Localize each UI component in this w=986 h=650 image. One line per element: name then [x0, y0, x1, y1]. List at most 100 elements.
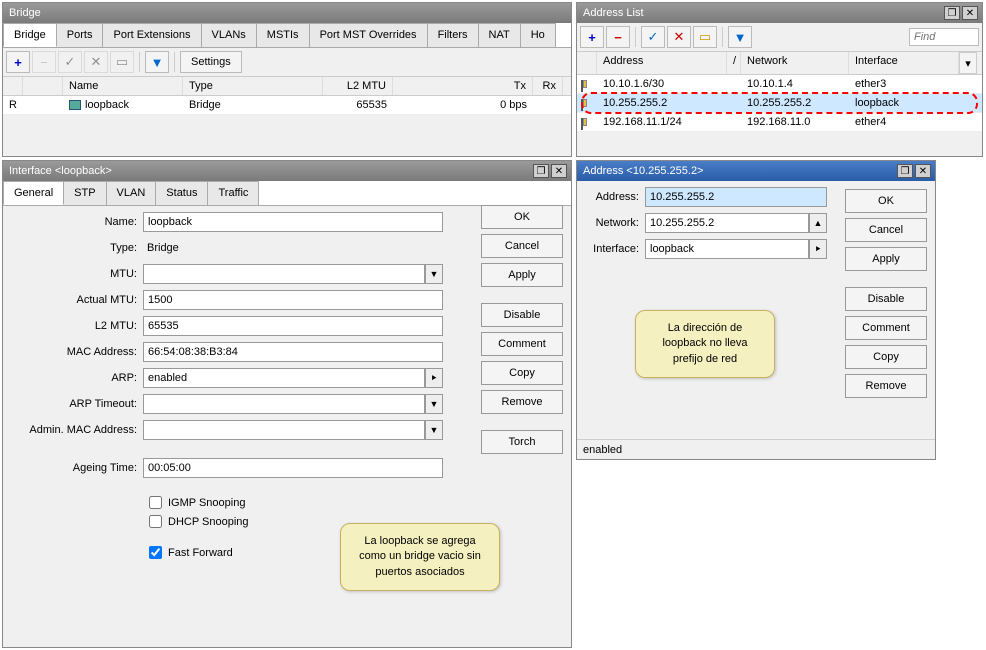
amac-dropdown[interactable]: ▼	[425, 420, 443, 440]
table-row[interactable]: 192.168.11.1/24 192.168.11.0 ether4	[577, 113, 982, 132]
restore-icon[interactable]: ❐	[944, 6, 960, 20]
arp-timeout-field[interactable]	[143, 394, 425, 414]
restore-icon[interactable]: ❐	[897, 164, 913, 178]
tab-stp[interactable]: STP	[63, 181, 106, 205]
disable-button[interactable]: Disable	[845, 287, 927, 311]
col-l2mtu[interactable]: L2 MTU	[323, 77, 393, 95]
mtu-dropdown[interactable]: ▼	[425, 264, 443, 284]
addrlist-titlebar[interactable]: Address List ❐ ✕	[577, 3, 982, 23]
tab-ports[interactable]: Ports	[56, 23, 104, 47]
tab-nat[interactable]: NAT	[478, 23, 521, 47]
remove-button[interactable]: Remove	[845, 374, 927, 398]
col-network[interactable]: Network	[741, 52, 849, 74]
tab-mstis[interactable]: MSTIs	[256, 23, 310, 47]
tab-vlan[interactable]: VLAN	[106, 181, 157, 205]
find-input[interactable]	[909, 28, 979, 46]
tab-general[interactable]: General	[3, 181, 64, 205]
remove-button[interactable]: −	[606, 26, 630, 48]
tab-vlans[interactable]: VLANs	[201, 23, 257, 47]
col-rx[interactable]: Rx	[533, 77, 563, 95]
l2mtu-field	[143, 316, 443, 336]
name-field[interactable]	[143, 212, 443, 232]
dhcp-snooping-checkbox[interactable]	[149, 515, 162, 528]
enable-button[interactable]: ✓	[641, 26, 665, 48]
network-up[interactable]: ▲	[809, 213, 827, 233]
amac-label: Admin. MAC Address:	[13, 424, 143, 436]
iface-titlebar[interactable]: Interface <loopback> ❐ ✕	[3, 161, 571, 181]
close-icon[interactable]: ✕	[915, 164, 931, 178]
addr-titlebar[interactable]: Address <10.255.255.2> ❐ ✕	[577, 161, 935, 181]
flag-icon	[583, 99, 587, 107]
disable-button[interactable]: ✕	[667, 26, 691, 48]
arpt-label: ARP Timeout:	[13, 398, 143, 410]
bridge-tabs: Bridge Ports Port Extensions VLANs MSTIs…	[3, 23, 571, 48]
table-row[interactable]: 10.255.255.2 10.255.255.2 loopback	[577, 94, 982, 113]
iface-tabs: General STP VLAN Status Traffic	[3, 181, 571, 206]
bridge-title: Bridge	[7, 7, 567, 19]
comment-button[interactable]: Comment	[481, 332, 563, 356]
type-field	[143, 238, 443, 258]
tab-port-mst[interactable]: Port MST Overrides	[309, 23, 428, 47]
tab-filters[interactable]: Filters	[427, 23, 479, 47]
col-interface[interactable]: Interface	[849, 52, 959, 74]
tab-status[interactable]: Status	[155, 181, 208, 205]
comment-button[interactable]: ▭	[693, 26, 717, 48]
addrlist-toolbar: + − ✓ ✕ ▭ ▼	[577, 23, 982, 52]
addrlist-table-body: 10.10.1.6/30 10.10.1.4 ether3 10.255.255…	[577, 75, 982, 132]
table-row[interactable]: R loopback Bridge 65535 0 bps	[3, 96, 571, 115]
address-label: Address:	[587, 191, 645, 203]
bridge-table-body: R loopback Bridge 65535 0 bps	[3, 96, 571, 115]
table-row[interactable]: 10.10.1.6/30 10.10.1.4 ether3	[577, 75, 982, 94]
remove-button: −	[32, 51, 56, 73]
add-button[interactable]: +	[580, 26, 604, 48]
fast-forward-checkbox[interactable]	[149, 546, 162, 559]
network-field[interactable]	[645, 213, 809, 233]
admin-mac-field[interactable]	[143, 420, 425, 440]
torch-button[interactable]: Torch	[481, 430, 563, 454]
remove-button[interactable]: Remove	[481, 390, 563, 414]
mtu-field[interactable]	[143, 264, 425, 284]
addr-status-bar: enabled	[577, 439, 935, 459]
copy-button[interactable]: Copy	[845, 345, 927, 369]
cancel-button[interactable]: Cancel	[481, 234, 563, 258]
igmp-snooping-checkbox[interactable]	[149, 496, 162, 509]
bridge-table-header: Name Type L2 MTU Tx Rx	[3, 77, 571, 96]
ok-button[interactable]: OK	[481, 205, 563, 229]
arp-dropdown[interactable]: ⯈	[425, 368, 443, 388]
comment-button[interactable]: Comment	[845, 316, 927, 340]
col-address[interactable]: Address	[597, 52, 727, 74]
address-list-window: Address List ❐ ✕ + − ✓ ✕ ▭ ▼ Address / N…	[576, 2, 983, 157]
apply-button[interactable]: Apply	[481, 263, 563, 287]
arpt-dropdown[interactable]: ▼	[425, 394, 443, 414]
filter-button[interactable]: ▼	[728, 26, 752, 48]
ok-button[interactable]: OK	[845, 189, 927, 213]
restore-icon[interactable]: ❐	[533, 164, 549, 178]
tab-ho[interactable]: Ho	[520, 23, 556, 47]
col-name[interactable]: Name	[63, 77, 183, 95]
settings-button[interactable]: Settings	[180, 51, 242, 73]
apply-button[interactable]: Apply	[845, 247, 927, 271]
filter-button[interactable]: ▼	[145, 51, 169, 73]
arp-field[interactable]	[143, 368, 425, 388]
cancel-button[interactable]: Cancel	[845, 218, 927, 242]
mac-field	[143, 342, 443, 362]
addrlist-table-header: Address / Network Interface ▾	[577, 52, 982, 75]
tab-port-ext[interactable]: Port Extensions	[102, 23, 201, 47]
mtu-label: MTU:	[13, 268, 143, 280]
interface-label: Interface:	[587, 243, 645, 255]
col-tx[interactable]: Tx	[393, 77, 533, 95]
add-button[interactable]: +	[6, 51, 30, 73]
interface-dropdown[interactable]: ⯈	[809, 239, 827, 259]
interface-field[interactable]	[645, 239, 809, 259]
tab-traffic[interactable]: Traffic	[207, 181, 259, 205]
col-type[interactable]: Type	[183, 77, 323, 95]
copy-button[interactable]: Copy	[481, 361, 563, 385]
ageing-time-field[interactable]	[143, 458, 443, 478]
column-menu[interactable]: ▾	[959, 52, 977, 74]
close-icon[interactable]: ✕	[551, 164, 567, 178]
tab-bridge[interactable]: Bridge	[3, 23, 57, 47]
disable-button[interactable]: Disable	[481, 303, 563, 327]
bridge-titlebar[interactable]: Bridge	[3, 3, 571, 23]
address-field[interactable]	[645, 187, 827, 207]
close-icon[interactable]: ✕	[962, 6, 978, 20]
